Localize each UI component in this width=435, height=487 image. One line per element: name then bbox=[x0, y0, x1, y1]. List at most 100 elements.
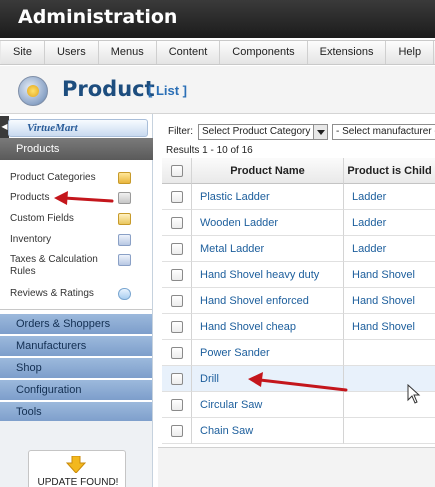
product-parent-cell bbox=[344, 418, 435, 444]
product-name-link[interactable]: Hand Shovel enforced bbox=[200, 295, 309, 307]
admin-title: Administration bbox=[18, 6, 178, 28]
table-row[interactable]: Hand Shovel cheap Hand Shovel bbox=[162, 314, 435, 340]
product-name-cell: Hand Shovel heavy duty bbox=[192, 262, 344, 288]
sidebar-item-reviews[interactable]: Reviews & Ratings bbox=[10, 288, 150, 300]
table-row[interactable]: Chain Saw bbox=[162, 418, 435, 444]
menu-menus[interactable]: Menus bbox=[99, 41, 157, 64]
product-parent-link[interactable]: Ladder bbox=[352, 191, 386, 203]
table-header-row: Product Name Product is Child bbox=[162, 158, 435, 184]
row-checkbox[interactable] bbox=[171, 425, 183, 437]
product-name-link[interactable]: Chain Saw bbox=[200, 425, 253, 437]
product-parent-link[interactable]: Hand Shovel bbox=[352, 321, 415, 333]
page-subtitle: [ List ] bbox=[148, 83, 187, 98]
chat-bubble-icon bbox=[118, 288, 131, 300]
product-parent-link[interactable]: Hand Shovel bbox=[352, 295, 415, 307]
chevron-down-icon[interactable] bbox=[313, 125, 327, 139]
product-name-cell: Wooden Ladder bbox=[192, 210, 344, 236]
sidebar-section-tools[interactable]: Tools bbox=[0, 402, 152, 423]
menu-extensions[interactable]: Extensions bbox=[308, 41, 387, 64]
row-checkbox[interactable] bbox=[171, 243, 183, 255]
sidebar: ◀ VirtueMart Products Product Categories… bbox=[0, 114, 153, 487]
manufacturer-select[interactable]: - Select manufacturer - bbox=[332, 124, 435, 140]
sidebar-item-inventory[interactable]: Inventory bbox=[10, 234, 150, 246]
product-name-link[interactable]: Plastic Ladder bbox=[200, 191, 270, 203]
menu-components[interactable]: Components bbox=[220, 41, 308, 64]
sidebar-item-product-categories[interactable]: Product Categories bbox=[10, 172, 150, 184]
row-checkbox[interactable] bbox=[171, 217, 183, 229]
sidebar-item-label: Reviews & Ratings bbox=[10, 288, 94, 299]
sidebar-item-custom-fields[interactable]: Custom Fields bbox=[10, 213, 150, 225]
row-checkbox[interactable] bbox=[171, 399, 183, 411]
menu-site[interactable]: Site bbox=[0, 41, 45, 64]
sidebar-item-label: Custom Fields bbox=[10, 213, 74, 224]
table-footer bbox=[158, 447, 435, 487]
table-row[interactable]: Plastic Ladder Ladder bbox=[162, 184, 435, 210]
table-row[interactable]: Wooden Ladder Ladder bbox=[162, 210, 435, 236]
row-checkbox[interactable] bbox=[171, 295, 183, 307]
row-select-cell bbox=[162, 288, 192, 314]
product-parent-link[interactable]: Ladder bbox=[352, 217, 386, 229]
column-header-child[interactable]: Product is Child bbox=[344, 158, 435, 184]
update-found-box[interactable]: UPDATE FOUND! bbox=[28, 450, 126, 487]
main-content: Filter: Select Product Category - Select… bbox=[158, 114, 435, 487]
product-icon bbox=[118, 192, 131, 204]
table-row[interactable]: Power Sander bbox=[162, 340, 435, 366]
inventory-icon bbox=[118, 234, 131, 246]
menu-content[interactable]: Content bbox=[157, 41, 221, 64]
sidebar-section-configuration[interactable]: Configuration bbox=[0, 380, 152, 401]
menu-help[interactable]: Help bbox=[386, 41, 435, 64]
table-row[interactable]: Hand Shovel heavy duty Hand Shovel bbox=[162, 262, 435, 288]
row-checkbox[interactable] bbox=[171, 347, 183, 359]
product-name-cell: Hand Shovel cheap bbox=[192, 314, 344, 340]
menu-users[interactable]: Users bbox=[45, 41, 99, 64]
product-name-link[interactable]: Hand Shovel cheap bbox=[200, 321, 296, 333]
row-checkbox[interactable] bbox=[171, 373, 183, 385]
row-checkbox[interactable] bbox=[171, 269, 183, 281]
product-name-link[interactable]: Drill bbox=[200, 373, 219, 385]
category-select-value: Select Product Category bbox=[202, 126, 311, 137]
table-row[interactable]: Metal Ladder Ladder bbox=[162, 236, 435, 262]
annotation-arrow-drill bbox=[248, 372, 348, 392]
product-name-cell: Plastic Ladder bbox=[192, 184, 344, 210]
product-name-cell: Hand Shovel enforced bbox=[192, 288, 344, 314]
select-all-checkbox[interactable] bbox=[171, 165, 183, 177]
sidebar-divider bbox=[0, 309, 152, 310]
product-name-link[interactable]: Power Sander bbox=[200, 347, 270, 359]
product-parent-link[interactable]: Ladder bbox=[352, 243, 386, 255]
manufacturer-select-value: - Select manufacturer - bbox=[336, 126, 435, 137]
row-select-cell bbox=[162, 366, 192, 392]
product-parent-cell bbox=[344, 340, 435, 366]
folder-icon bbox=[118, 172, 131, 184]
product-name-link[interactable]: Hand Shovel heavy duty bbox=[200, 269, 319, 281]
row-checkbox[interactable] bbox=[171, 321, 183, 333]
down-arrow-icon bbox=[66, 456, 86, 473]
product-name-link[interactable]: Wooden Ladder bbox=[200, 217, 278, 229]
virtuemart-brand: VirtueMart bbox=[8, 119, 148, 137]
row-select-cell bbox=[162, 236, 192, 262]
sidebar-section-orders[interactable]: Orders & Shoppers bbox=[0, 314, 152, 335]
product-parent-cell: Hand Shovel bbox=[344, 262, 435, 288]
sidebar-section-manufacturers[interactable]: Manufacturers bbox=[0, 336, 152, 357]
product-parent-cell: Hand Shovel bbox=[344, 288, 435, 314]
sidebar-item-taxes[interactable]: Taxes & Calculation Rules bbox=[10, 254, 131, 278]
sidebar-section-shop[interactable]: Shop bbox=[0, 358, 152, 379]
category-select[interactable]: Select Product Category bbox=[198, 124, 328, 140]
product-parent-link[interactable]: Hand Shovel bbox=[352, 269, 415, 281]
sidebar-item-label: Inventory bbox=[10, 234, 52, 245]
sidebar-section-products[interactable]: Products bbox=[0, 138, 153, 160]
results-count: Results 1 - 10 of 16 bbox=[166, 145, 253, 156]
column-header-product-name[interactable]: Product Name bbox=[192, 158, 344, 184]
product-name-link[interactable]: Circular Saw bbox=[200, 399, 262, 411]
row-checkbox[interactable] bbox=[171, 191, 183, 203]
filter-label: Filter: bbox=[168, 126, 193, 137]
product-parent-cell: Ladder bbox=[344, 210, 435, 236]
row-select-cell bbox=[162, 262, 192, 288]
product-name-link[interactable]: Metal Ladder bbox=[200, 243, 264, 255]
product-parent-cell: Hand Shovel bbox=[344, 314, 435, 340]
product-name-cell: Circular Saw bbox=[192, 392, 344, 418]
table-row[interactable]: Circular Saw bbox=[162, 392, 435, 418]
product-name-cell: Metal Ladder bbox=[192, 236, 344, 262]
table-row[interactable]: Hand Shovel enforced Hand Shovel bbox=[162, 288, 435, 314]
sidebar-item-label: Products bbox=[10, 192, 50, 203]
admin-header: Administration bbox=[0, 0, 435, 38]
